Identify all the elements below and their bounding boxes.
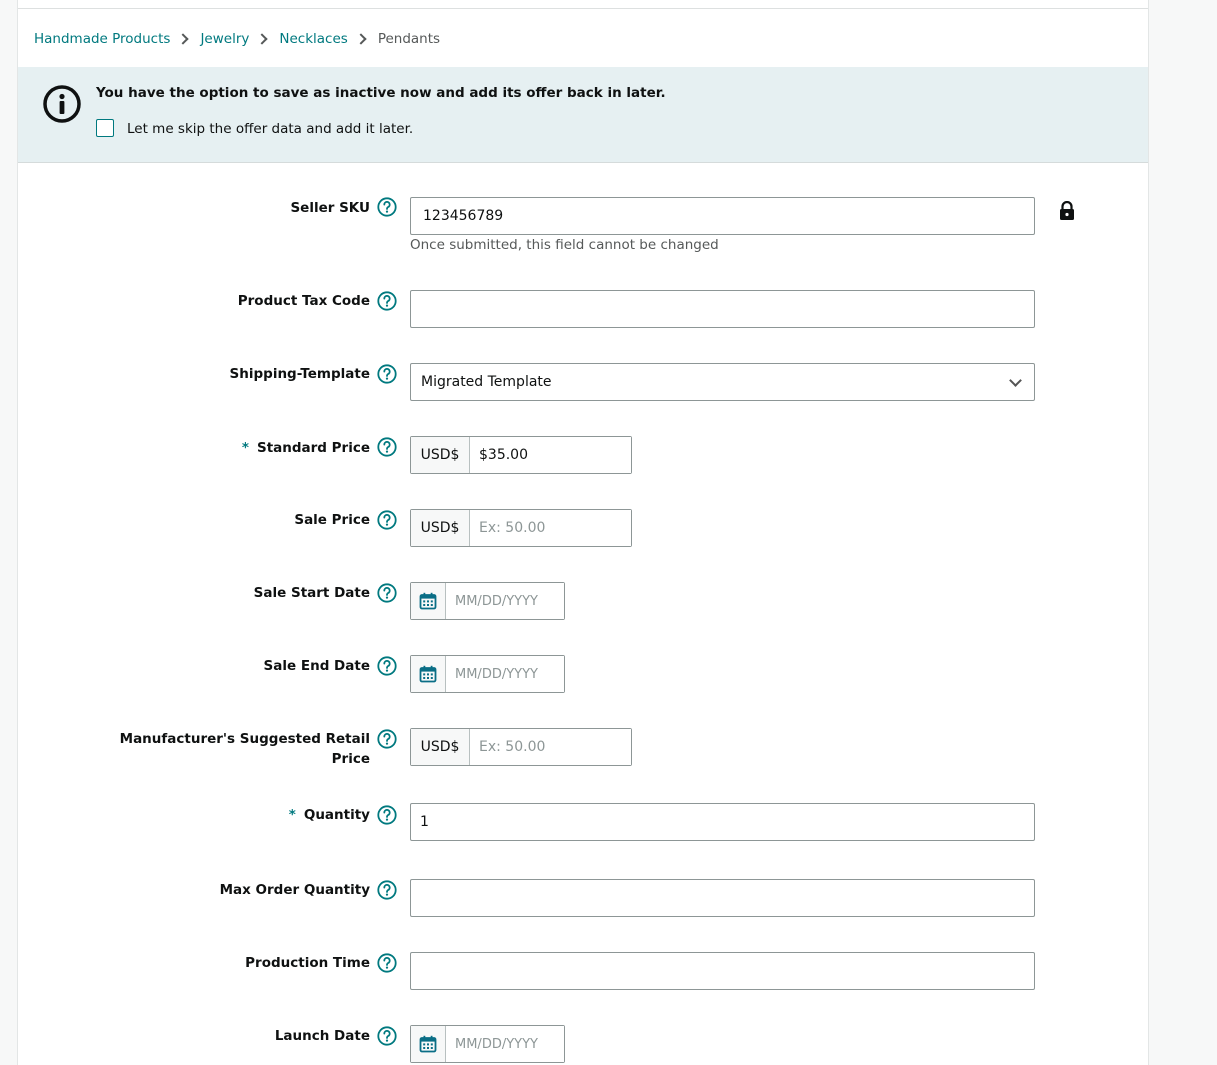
seller-sku-hint: Once submitted, this field cannot be cha… xyxy=(410,237,719,253)
listing-form-page: Handmade Products Jewelry Necklaces Pend… xyxy=(17,0,1149,1065)
question-circle-icon[interactable] xyxy=(377,510,397,530)
required-marker: * xyxy=(241,440,249,456)
breadcrumb: Handmade Products Jewelry Necklaces Pend… xyxy=(34,29,440,49)
banner-title: You have the option to save as inactive … xyxy=(96,85,666,101)
top-divider xyxy=(18,8,1148,9)
calendar-icon xyxy=(419,1035,437,1053)
currency-label: USD$ xyxy=(411,437,470,473)
question-circle-icon[interactable] xyxy=(377,953,397,973)
production-time-label: Production Time xyxy=(245,955,370,971)
chevron-right-icon xyxy=(256,33,269,45)
product-tax-code-input[interactable] xyxy=(410,290,1035,328)
msrp-input[interactable] xyxy=(470,729,631,765)
inactive-offer-banner: You have the option to save as inactive … xyxy=(18,67,1148,163)
info-circle-icon xyxy=(43,85,81,123)
launch-date-input[interactable] xyxy=(446,1026,564,1062)
max-order-quantity-input[interactable] xyxy=(410,879,1035,917)
question-circle-icon[interactable] xyxy=(377,291,397,311)
sale-price-label: Sale Price xyxy=(294,512,370,528)
calendar-button[interactable] xyxy=(411,1026,446,1062)
product-tax-code-label: Product Tax Code xyxy=(237,293,370,309)
shipping-template-label: Shipping-Template xyxy=(229,366,370,382)
sale-price-input[interactable] xyxy=(470,510,631,546)
max-order-quantity-label: Max Order Quantity xyxy=(219,882,370,898)
required-marker: * xyxy=(288,807,296,823)
sale-price-field: USD$ xyxy=(410,509,632,547)
skip-offer-checkbox[interactable] xyxy=(96,119,114,137)
currency-label: USD$ xyxy=(411,729,470,765)
sale-start-date-field xyxy=(410,582,565,620)
currency-label: USD$ xyxy=(411,510,470,546)
question-circle-icon[interactable] xyxy=(377,656,397,676)
calendar-icon xyxy=(419,592,437,610)
calendar-button[interactable] xyxy=(411,656,446,692)
question-circle-icon[interactable] xyxy=(377,805,397,825)
shipping-template-select[interactable]: Migrated Template xyxy=(410,363,1035,401)
shipping-template-selected: Migrated Template xyxy=(421,374,552,390)
calendar-icon xyxy=(419,665,437,683)
sale-start-date-label: Sale Start Date xyxy=(253,585,370,601)
breadcrumb-current: Pendants xyxy=(377,31,441,47)
seller-sku-input[interactable] xyxy=(410,197,1035,235)
launch-date-label: Launch Date xyxy=(274,1028,370,1044)
breadcrumb-link-necklaces[interactable]: Necklaces xyxy=(279,31,347,47)
sale-end-date-label: Sale End Date xyxy=(263,658,370,674)
sale-end-date-field xyxy=(410,655,565,693)
chevron-right-icon xyxy=(177,33,190,45)
chevron-right-icon xyxy=(355,33,367,45)
standard-price-field: USD$ xyxy=(410,436,632,474)
standard-price-label: * Standard Price xyxy=(241,440,370,456)
question-circle-icon[interactable] xyxy=(377,437,397,457)
breadcrumb-link-handmade[interactable]: Handmade Products xyxy=(34,31,170,47)
question-circle-icon[interactable] xyxy=(377,1026,397,1046)
sale-end-date-input[interactable] xyxy=(446,656,564,692)
sale-start-date-input[interactable] xyxy=(446,583,564,619)
question-circle-icon[interactable] xyxy=(377,197,397,217)
chevron-down-icon xyxy=(1009,374,1022,387)
quantity-label: * Quantity xyxy=(288,807,370,823)
msrp-field: USD$ xyxy=(410,728,632,766)
question-circle-icon[interactable] xyxy=(377,583,397,603)
question-circle-icon[interactable] xyxy=(377,729,397,749)
lock-icon xyxy=(1060,201,1074,220)
launch-date-field xyxy=(410,1025,565,1063)
seller-sku-label: Seller SKU xyxy=(290,200,370,216)
question-circle-icon[interactable] xyxy=(377,880,397,900)
quantity-input[interactable] xyxy=(410,803,1035,841)
breadcrumb-link-jewelry[interactable]: Jewelry xyxy=(200,31,249,47)
skip-offer-checkbox-label[interactable]: Let me skip the offer data and add it la… xyxy=(127,121,413,137)
production-time-input[interactable] xyxy=(410,952,1035,990)
calendar-button[interactable] xyxy=(411,583,446,619)
question-circle-icon[interactable] xyxy=(377,364,397,384)
msrp-label: Manufacturer's Suggested Retail Price xyxy=(119,731,370,767)
standard-price-input[interactable] xyxy=(470,437,631,473)
